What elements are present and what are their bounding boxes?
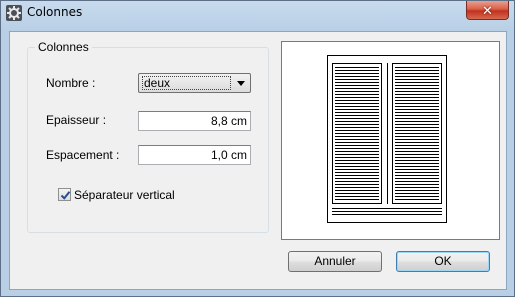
epaisseur-label: Epaisseur :: [46, 113, 107, 127]
close-button[interactable]: ✕: [466, 1, 509, 20]
title-bar[interactable]: Colonnes ✕: [1, 1, 514, 27]
chevron-down-icon: [237, 81, 245, 86]
ok-button[interactable]: OK: [396, 251, 490, 272]
columns-preview: [281, 41, 500, 240]
espacement-label: Espacement :: [46, 148, 120, 162]
nombre-select-value: deux: [142, 76, 231, 90]
separateur-label[interactable]: Séparateur vertical: [74, 188, 175, 202]
preview-separator: [387, 63, 388, 204]
preview-footer-line: [332, 214, 442, 215]
preview-footer-line: [332, 211, 442, 212]
preview-footer-line: [332, 208, 442, 209]
preview-page: [327, 55, 447, 223]
preview-column-right: [392, 63, 442, 204]
separateur-checkbox[interactable]: [58, 188, 71, 201]
preview-column-left: [332, 63, 382, 204]
gear-icon: [6, 5, 22, 21]
nombre-label: Nombre :: [46, 76, 96, 90]
window-title: Colonnes: [27, 5, 83, 19]
group-title: Colonnes: [35, 40, 92, 54]
epaisseur-field[interactable]: 8,8 cm: [138, 111, 251, 131]
nombre-select[interactable]: deux: [138, 73, 251, 93]
checkmark-icon: [60, 191, 71, 200]
dialog-body: Colonnes Nombre : deux Epaisseur : 8,8 c…: [9, 31, 507, 290]
cancel-button[interactable]: Annuler: [288, 251, 382, 272]
close-icon: ✕: [482, 2, 493, 18]
dialog-window: Colonnes ✕ Colonnes Nombre : deux Epaiss…: [0, 0, 515, 297]
espacement-field[interactable]: 1,0 cm: [138, 145, 251, 165]
